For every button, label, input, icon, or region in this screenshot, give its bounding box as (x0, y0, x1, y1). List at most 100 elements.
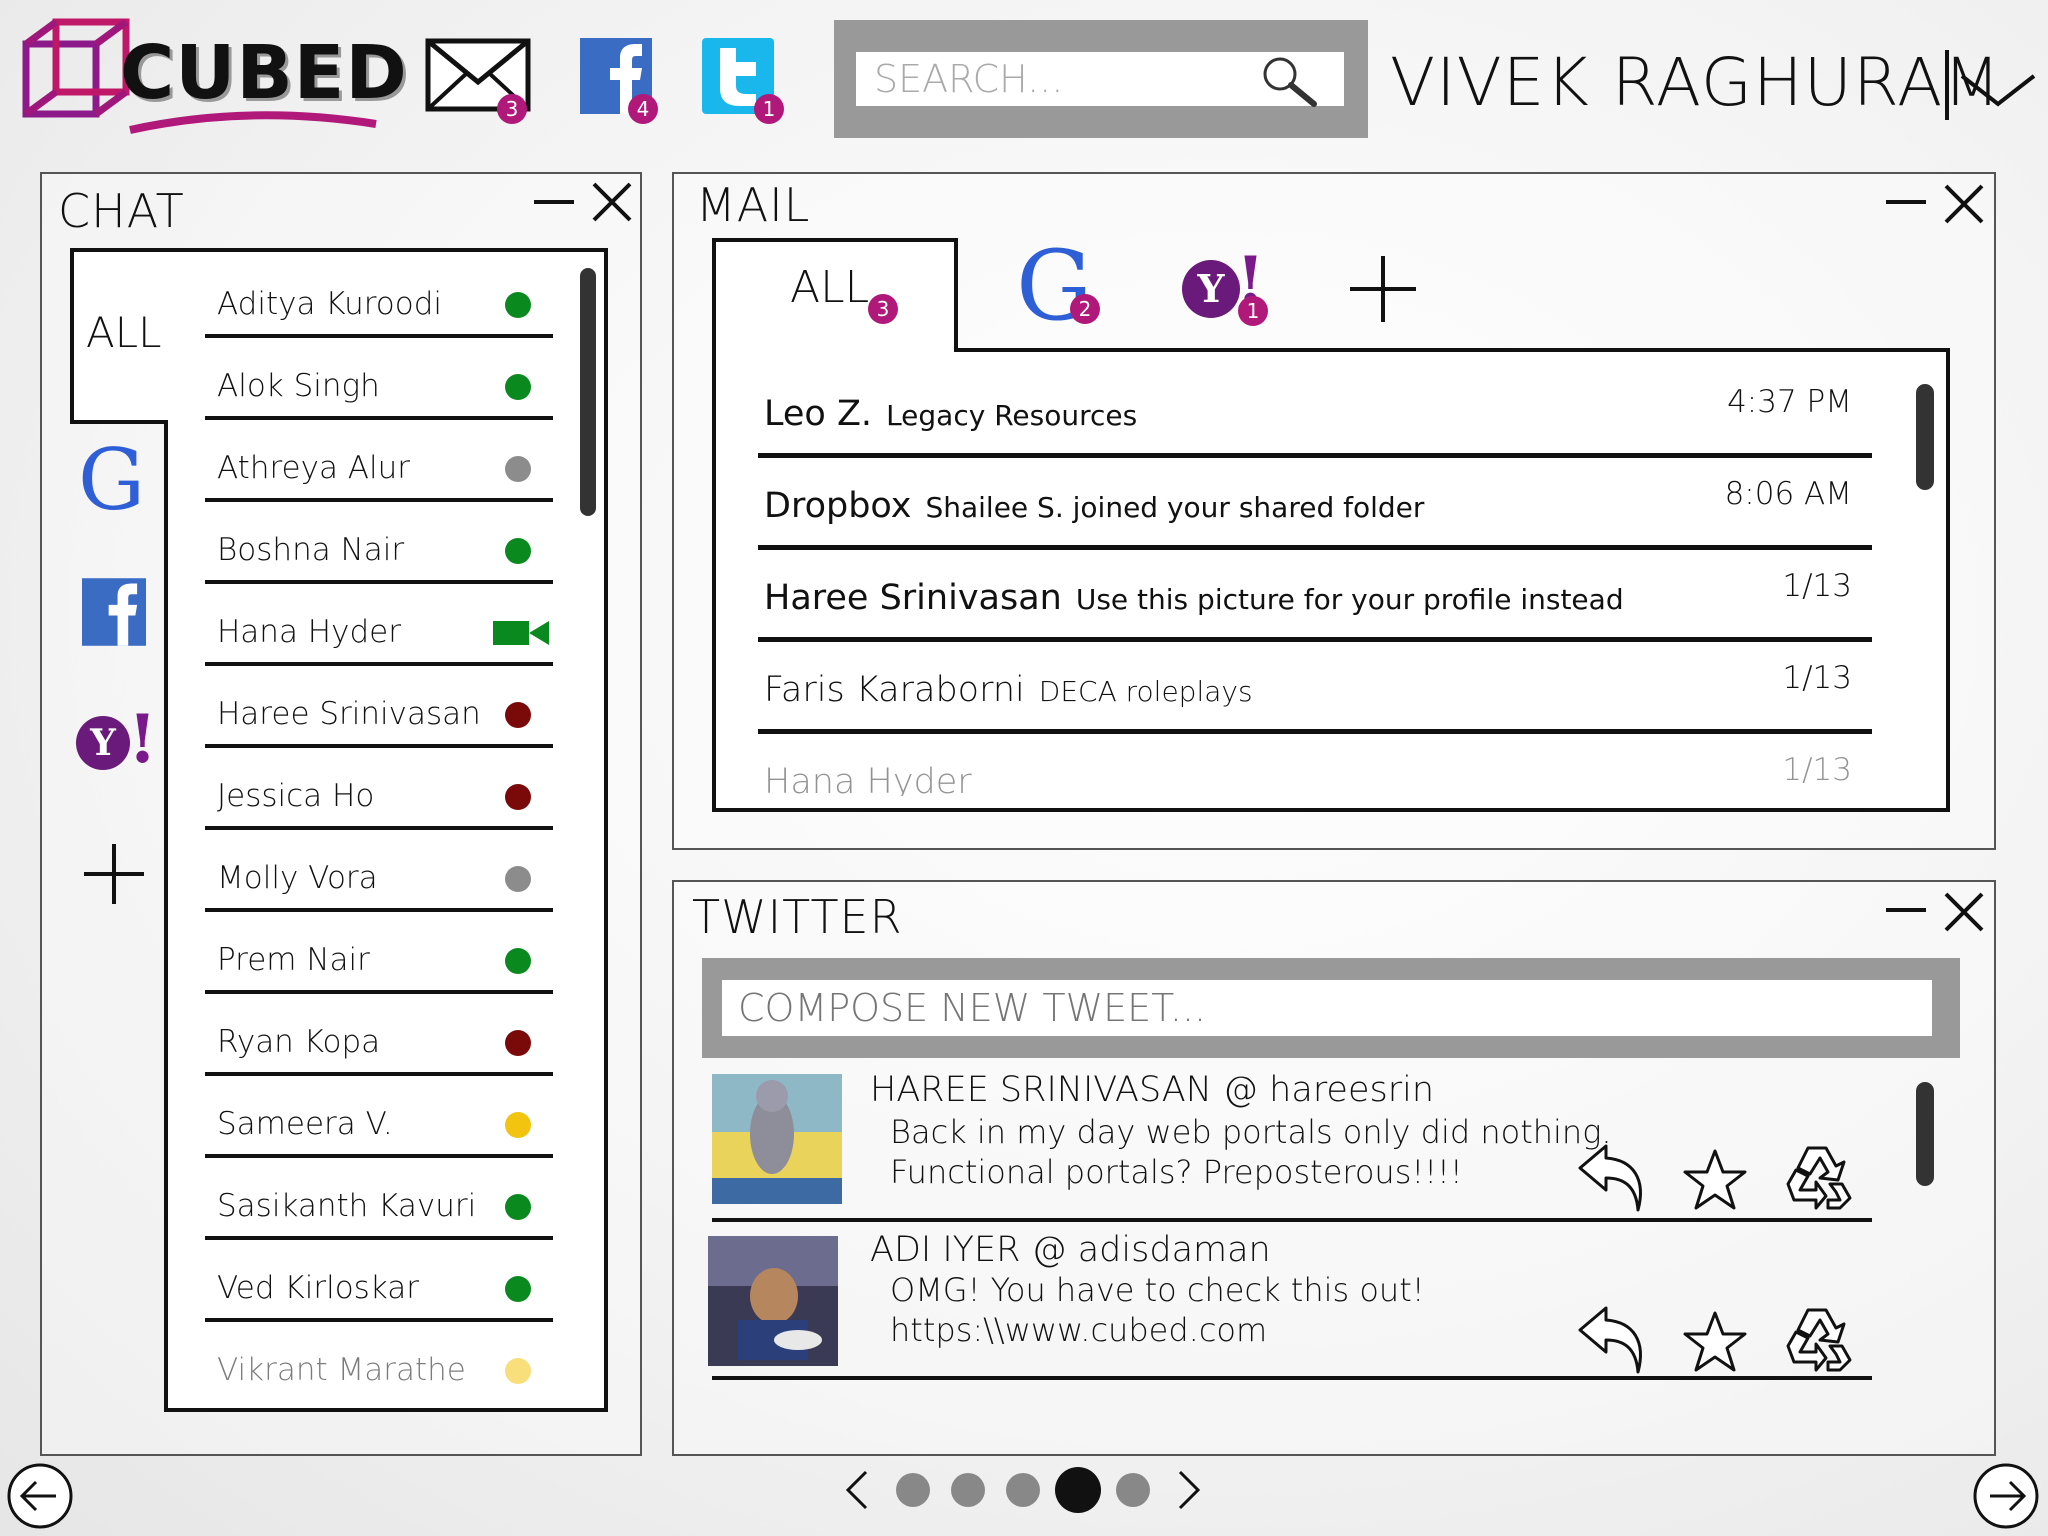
status-indicator (505, 1276, 531, 1302)
mail-message-row[interactable]: Dropbox Shailee S. joined your shared fol… (758, 458, 1872, 550)
retweet-recycle-icon[interactable] (1780, 1306, 1854, 1374)
mail-tab-yahoo-badge: 1 (1238, 296, 1268, 326)
chat-contact-row[interactable]: Alok Singh (205, 340, 553, 420)
mail-subject: DECA roleplays (1038, 675, 1253, 708)
chat-contact-row[interactable]: Prem Nair (205, 914, 553, 994)
chevron-down-icon[interactable] (1958, 70, 2038, 110)
retweet-recycle-icon[interactable] (1780, 1144, 1854, 1212)
minimize-icon[interactable] (1882, 182, 1930, 222)
favorite-star-icon[interactable] (1682, 1148, 1748, 1212)
mail-subject: Use this picture for your profile instea… (1075, 583, 1624, 616)
chat-contact-name: Athreya Alur (217, 450, 411, 486)
mail-time: 8:06 AM (1724, 476, 1852, 512)
back-arrow-icon[interactable] (6, 1462, 74, 1530)
chat-contact-name: Ryan Kopa (217, 1024, 381, 1060)
twitter-scrollbar[interactable] (1916, 1082, 1934, 1186)
status-indicator (505, 1358, 531, 1384)
video-camera-icon (493, 621, 549, 645)
mail-tab-google[interactable]: G 2 (1016, 236, 1126, 336)
add-chat-account-icon[interactable] (82, 842, 146, 906)
mail-sender: Faris Karaborni (764, 670, 1025, 710)
chat-contact-row[interactable]: Boshna Nair (205, 504, 553, 584)
google-icon: G (78, 431, 146, 529)
chat-contact-row[interactable]: Ved Kirloskar (205, 1242, 553, 1322)
twitter-notification-button[interactable]: 1 (702, 38, 792, 128)
favorite-star-icon[interactable] (1682, 1310, 1748, 1374)
chat-contact-row[interactable]: Athreya Alur (205, 422, 553, 502)
chat-contact-row[interactable]: Vikrant Marathe (205, 1324, 553, 1404)
chat-contact-name: Molly Vora (217, 860, 378, 896)
user-name[interactable]: VIVEK RAGHURAM (1390, 44, 2001, 121)
mail-tab-all[interactable]: ALL 3 (790, 262, 910, 332)
chat-contact-row[interactable]: Ryan Kopa (205, 996, 553, 1076)
compose-tweet-input[interactable] (722, 980, 1932, 1036)
pager-dot[interactable] (951, 1473, 985, 1507)
chat-contact-name: Alok Singh (217, 368, 380, 404)
reply-icon[interactable] (1576, 1140, 1648, 1216)
yahoo-icon: Y (76, 716, 130, 770)
pager-dot[interactable] (896, 1473, 930, 1507)
pager-dot[interactable] (1055, 1467, 1101, 1513)
pager-dot[interactable] (1116, 1473, 1150, 1507)
chat-scrollbar[interactable] (580, 268, 596, 516)
chat-contact-name: Haree Srinivasan (217, 696, 481, 732)
chat-contact-row[interactable]: Hana Hyder (205, 586, 553, 666)
mail-time: 1/13 (1782, 568, 1852, 604)
chat-contact-name: Vikrant Marathe (217, 1352, 466, 1388)
mail-message-row[interactable]: Haree Srinivasan Use this picture for you… (758, 550, 1872, 642)
status-indicator (505, 702, 531, 728)
tweet-text: OMG! You have to check this out! (890, 1271, 1425, 1309)
status-indicator (505, 374, 531, 400)
chat-tab-facebook[interactable] (82, 578, 146, 646)
status-indicator (505, 1112, 531, 1138)
tweet-author[interactable]: ADI IYER @ adisdaman (870, 1230, 1271, 1270)
chat-contact-name: Jessica Ho (217, 778, 375, 814)
mail-sender: Dropbox (764, 486, 912, 526)
search-box (834, 20, 1368, 138)
chat-tab-yahoo[interactable]: Y ! (76, 700, 166, 778)
mail-sender: Leo Z. (764, 394, 873, 434)
status-indicator (505, 538, 531, 564)
logo-text: CUBED (120, 30, 408, 116)
mail-subject: Legacy Resources (886, 399, 1138, 432)
mail-scrollbar[interactable] (1916, 384, 1934, 490)
add-mail-account-icon[interactable] (1348, 254, 1418, 324)
search-icon[interactable] (1258, 54, 1322, 108)
pager-dot[interactable] (1006, 1473, 1040, 1507)
pager-next-icon[interactable] (1174, 1468, 1204, 1512)
reply-icon[interactable] (1576, 1302, 1648, 1378)
tweet-avatar[interactable] (712, 1074, 842, 1204)
chat-contact-name: Sameera V. (217, 1106, 393, 1142)
minimize-icon[interactable] (1882, 890, 1930, 930)
mail-message-row[interactable]: Hana Hyder 1/13 (758, 734, 1872, 796)
facebook-badge: 4 (628, 94, 658, 124)
chat-tab-google[interactable]: G (78, 438, 158, 522)
mail-tab-yahoo[interactable]: Y ! 1 (1182, 242, 1282, 338)
chat-contact-row[interactable]: Aditya Kuroodi (205, 258, 553, 338)
chat-contact-row[interactable]: Molly Vora (205, 832, 553, 912)
chat-contact-row[interactable]: Sasikanth Kavuri (205, 1160, 553, 1240)
mail-notification-button[interactable]: 3 (425, 38, 535, 128)
close-icon[interactable] (1940, 888, 1988, 936)
chat-contact-name: Prem Nair (217, 942, 370, 978)
chat-contact-row[interactable]: Sameera V. (205, 1078, 553, 1158)
tweet-avatar[interactable] (708, 1236, 838, 1366)
tweet-author[interactable]: HAREE SRINIVASAN @ hareesrin (870, 1070, 1434, 1110)
chat-contact-name: Hana Hyder (217, 614, 401, 650)
mail-message-row[interactable]: Faris Karaborni DECA roleplays 1/13 (758, 642, 1872, 734)
tweet-text: Functional portals? Preposterous!!!! (890, 1153, 1463, 1191)
facebook-notification-button[interactable]: 4 (580, 38, 670, 128)
chat-contact-row[interactable]: Haree Srinivasan (205, 668, 553, 748)
twitter-title: TWITTER (692, 890, 903, 944)
chat-contact-row[interactable]: Jessica Ho (205, 750, 553, 830)
chat-tab-all[interactable]: ALL (86, 308, 162, 357)
forward-arrow-icon[interactable] (1972, 1462, 2040, 1530)
pager-prev-icon[interactable] (842, 1468, 872, 1512)
compose-tweet-box (702, 958, 1960, 1058)
mail-time: 4:37 PM (1727, 384, 1852, 420)
close-icon[interactable] (588, 178, 636, 226)
chat-contact-name: Boshna Nair (217, 532, 405, 568)
minimize-icon[interactable] (530, 182, 578, 222)
close-icon[interactable] (1940, 180, 1988, 228)
mail-message-row[interactable]: Leo Z. Legacy Resources 4:37 PM (758, 366, 1872, 458)
